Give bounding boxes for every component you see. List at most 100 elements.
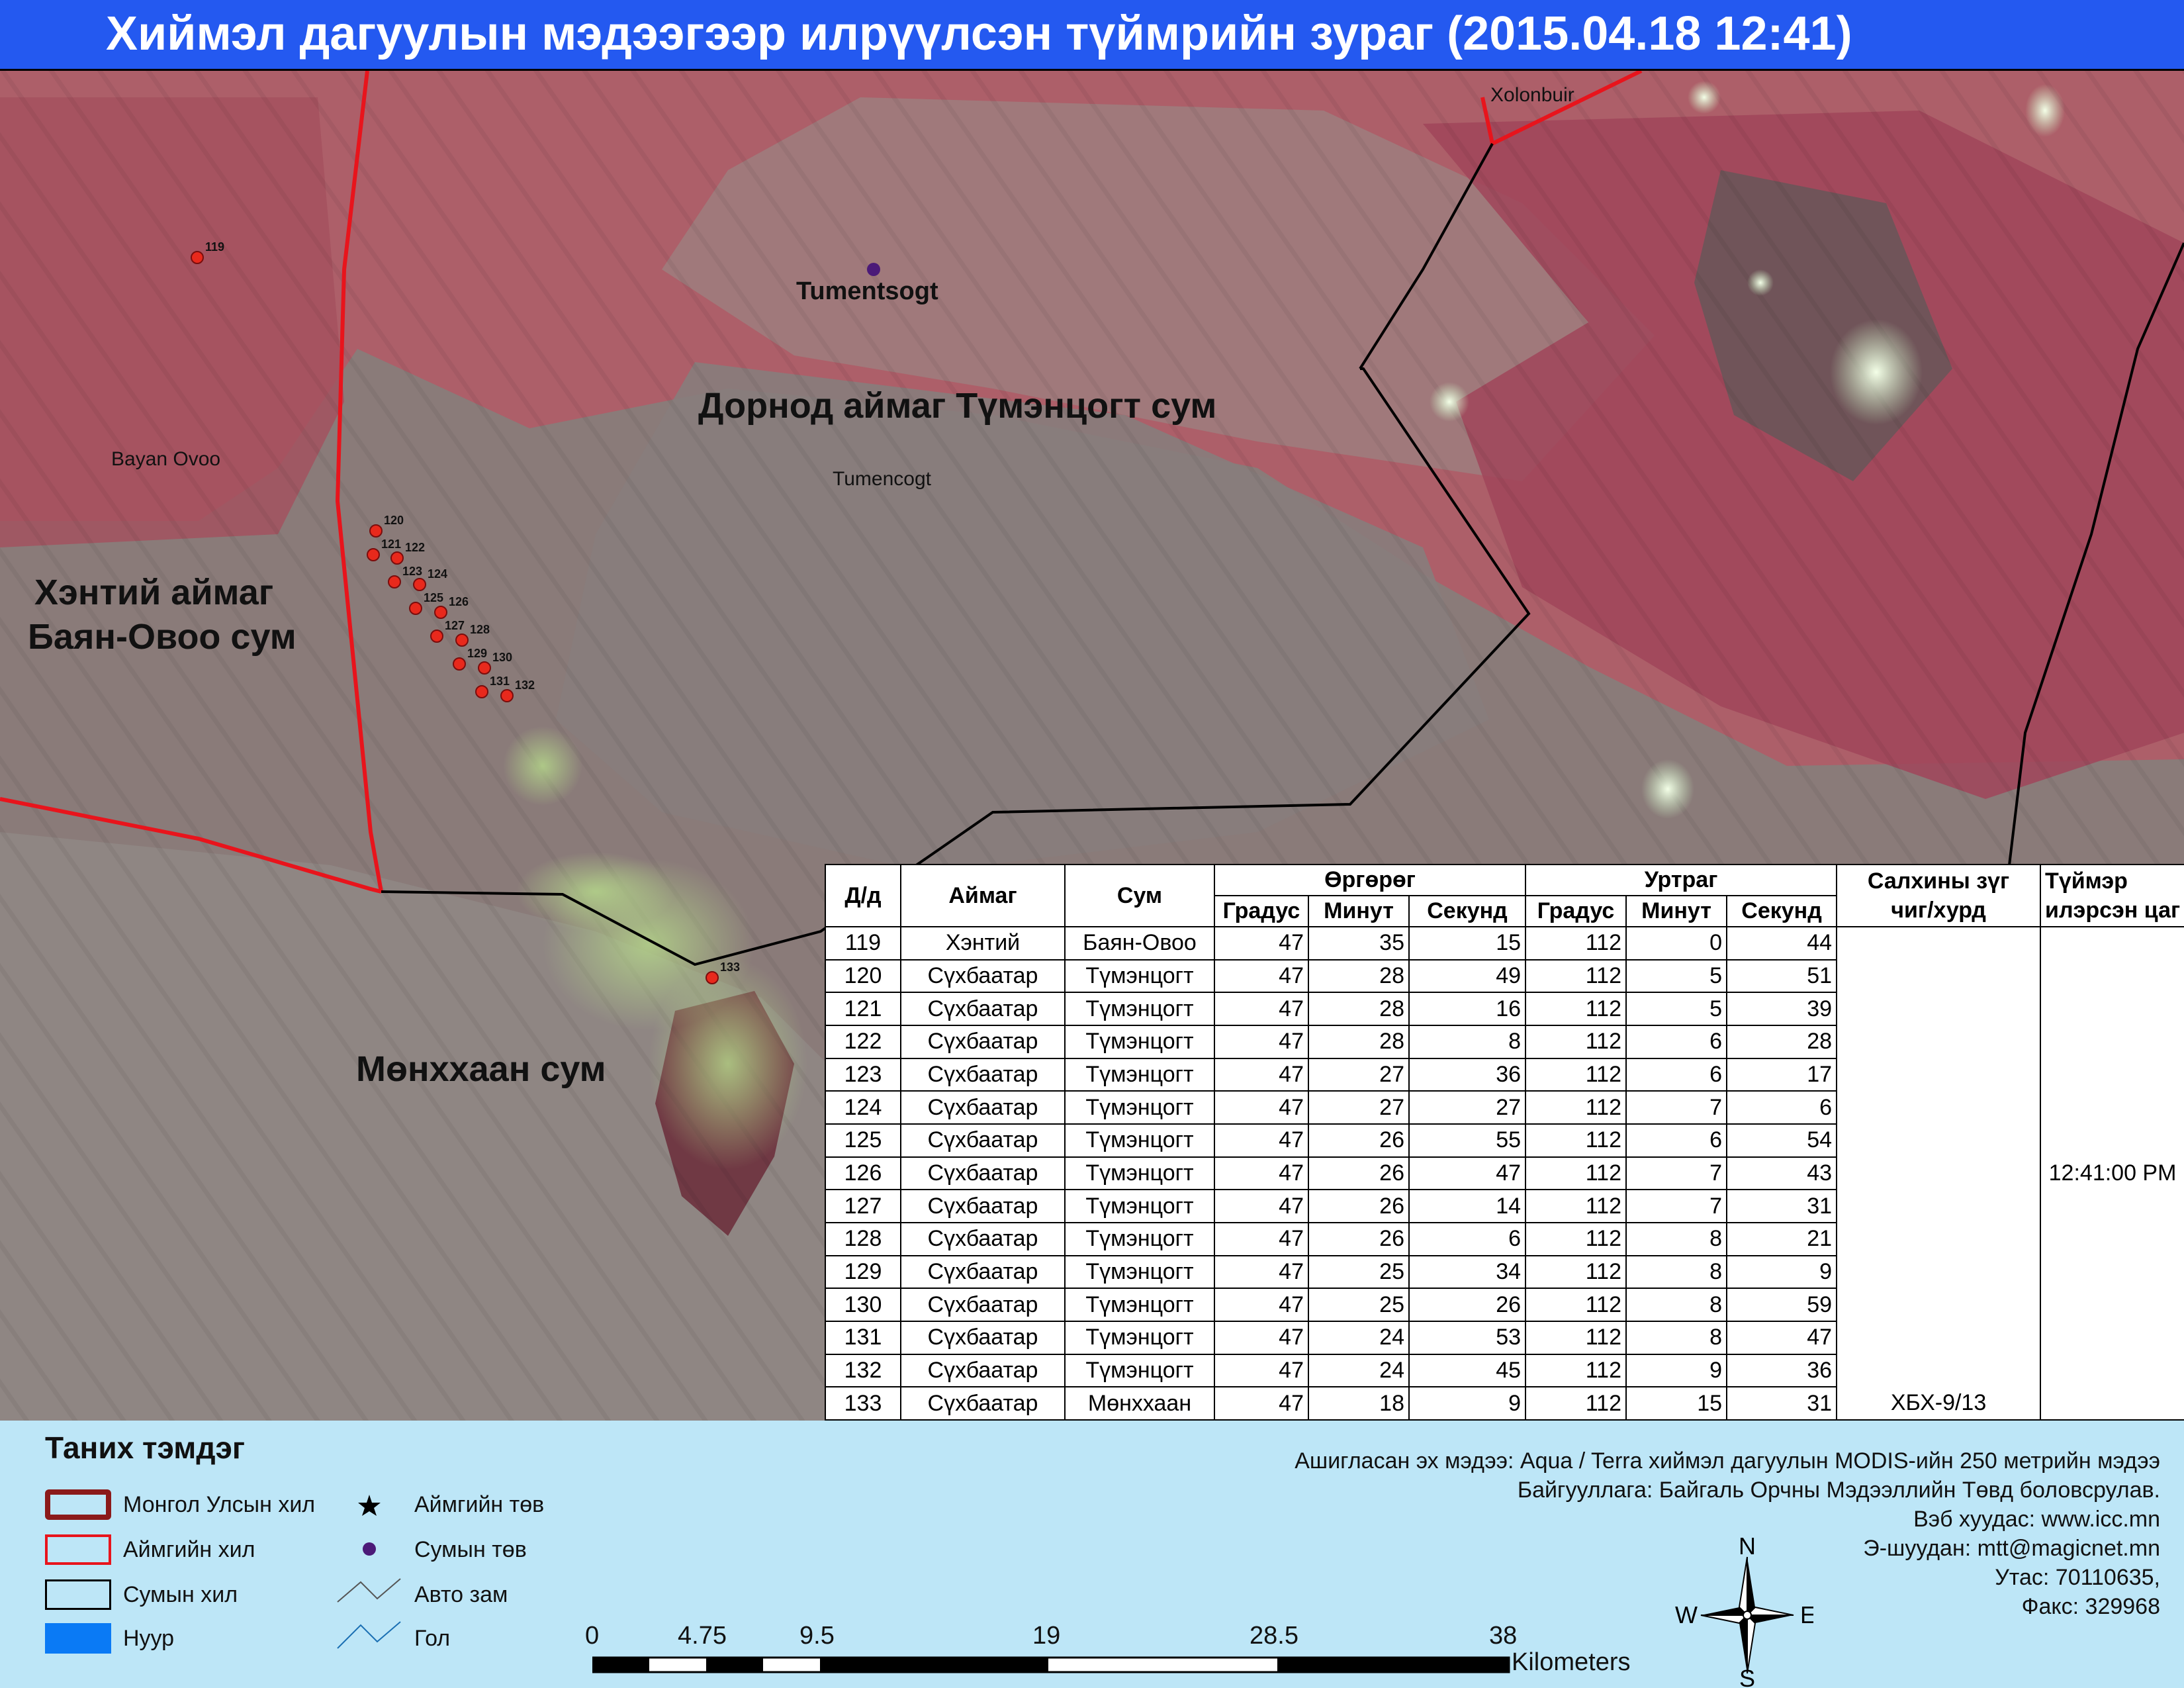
cell-lon-min: 8 [1625, 1254, 1728, 1289]
cell-aimag: Сүхбаатар [900, 1123, 1066, 1158]
bright-spot [1688, 81, 1721, 114]
fire-point-label: 127 [445, 619, 465, 632]
cell-wind-empty [1836, 1123, 2042, 1157]
fire-point-128 [455, 633, 469, 647]
cell-id: 129 [825, 1254, 901, 1289]
label-khentii-aimag: Хэнтий аймаг [34, 573, 274, 612]
bright-spot [1830, 319, 1923, 425]
cell-sum: Түмэнцогт [1064, 992, 1215, 1026]
cell-lat-deg: 47 [1214, 1189, 1309, 1223]
cell-wind-empty [1836, 927, 2042, 960]
cell-aimag: Сүхбаатар [900, 992, 1066, 1026]
cell-lon-min: 8 [1625, 1320, 1728, 1355]
cell-lon-min: 6 [1625, 1057, 1728, 1092]
compass-s: S [1739, 1665, 1755, 1688]
cell-lon-min: 7 [1625, 1156, 1728, 1191]
cell-lon-deg: 112 [1525, 959, 1627, 994]
table-row: 124 Сүхбаатар Түмэнцогт 47 27 27 112 7 6 [825, 1090, 2184, 1125]
header-longitude: Уртраг [1525, 864, 1838, 896]
cell-aimag: Сүхбаатар [900, 1057, 1066, 1092]
compass-rose: N S E W [1675, 1536, 1813, 1688]
fire-point-label: 129 [467, 647, 487, 660]
cell-lon-deg: 112 [1525, 1288, 1627, 1322]
cell-lon-min: 8 [1625, 1288, 1728, 1322]
table-row: 122 Сүхбаатар Түмэнцогт 47 28 8 112 6 28 [825, 1024, 2184, 1059]
info-fax: Факс: 329968 [2021, 1594, 2160, 1619]
compass-w: W [1675, 1601, 1698, 1628]
fire-point-label: 122 [405, 541, 425, 554]
cell-aimag: Сүхбаатар [900, 1320, 1066, 1355]
cell-lat-deg: 47 [1214, 1254, 1309, 1289]
cell-lat-sec: 49 [1408, 959, 1527, 994]
header-wind-line1: Салхины зүг [1867, 868, 2010, 894]
fire-point-129 [453, 657, 466, 671]
cell-lon-min: 8 [1625, 1221, 1728, 1256]
cell-wind-empty [1836, 1321, 2042, 1354]
map-title: Хиймэл дагуулын мэдээгээр илрүүлсэн түйм… [106, 7, 1852, 60]
cell-lat-sec: 15 [1408, 926, 1527, 961]
cell-lat-min: 26 [1308, 1123, 1410, 1158]
scale-label-9-5: 9.5 [799, 1622, 835, 1650]
cell-time-empty [2040, 1387, 2184, 1421]
river-icon [337, 1621, 401, 1649]
cell-time-empty [2040, 1222, 2184, 1256]
header-wind-line2: чиг/хурд [1891, 898, 1986, 923]
cell-sum: Түмэнцогт [1064, 1057, 1215, 1092]
cell-time-empty [2040, 1025, 2184, 1058]
cell-lon-deg: 112 [1525, 1156, 1627, 1191]
cell-lon-sec: 39 [1726, 992, 1838, 1026]
cell-lon-deg: 112 [1525, 1057, 1627, 1092]
cell-lon-deg: 112 [1525, 1221, 1627, 1256]
scale-label-4-75: 4.75 [678, 1622, 727, 1650]
cell-lon-min: 6 [1625, 1024, 1728, 1059]
fire-point-label: 130 [492, 651, 512, 664]
info-source: Ашигласан эх мэдээ: Aqua / Terra хиймэл … [1295, 1448, 2160, 1474]
cell-time-empty [2040, 1354, 2184, 1387]
cell-sum: Түмэнцогт [1064, 1320, 1215, 1355]
fire-point-131 [475, 685, 488, 698]
fire-table-body: 119 Хэнтий Баян-Овоо 47 35 15 112 0 44 120 Сүхбаат… [825, 926, 2184, 1421]
fire-point-label: 132 [515, 679, 535, 692]
fire-point-121 [367, 548, 380, 561]
cell-lat-sec: 55 [1408, 1123, 1527, 1158]
table-row: 132 Сүхбаатар Түмэнцогт 47 24 45 112 9 36 [825, 1353, 2184, 1388]
cell-lon-sec: 43 [1726, 1156, 1838, 1191]
cell-lat-deg: 47 [1214, 1024, 1309, 1059]
table-row: 127 Сүхбаатар Түмэнцогт 47 26 14 112 7 31 [825, 1189, 2184, 1223]
table-row: 129 Сүхбаатар Түмэнцогт 47 25 34 112 8 9 [825, 1254, 2184, 1289]
label-bayan-ovoo-sum: Баян-Овоо сум [28, 617, 296, 657]
road-icon [337, 1578, 401, 1603]
cell-lon-deg: 112 [1525, 1090, 1627, 1125]
compass-n: N [1739, 1536, 1756, 1560]
fire-point-119 [191, 251, 204, 264]
cell-lon-sec: 9 [1726, 1254, 1838, 1289]
legend-aimag-border: Аймгийн хил [123, 1537, 255, 1562]
cell-sum: Мөнххаан [1064, 1386, 1215, 1421]
cell-id: 131 [825, 1320, 901, 1355]
cell-lat-sec: 53 [1408, 1320, 1527, 1355]
cell-lat-sec: 34 [1408, 1254, 1527, 1289]
cell-lat-sec: 45 [1408, 1353, 1527, 1388]
header-time-line1: Түймэр [2045, 868, 2128, 894]
cell-lon-deg: 112 [1525, 1189, 1627, 1223]
cell-sum: Түмэнцогт [1064, 1288, 1215, 1322]
header-lon-deg: Градус [1525, 895, 1627, 927]
cell-sum: Түмэнцогт [1064, 1189, 1215, 1223]
cell-sum: Түмэнцогт [1064, 959, 1215, 994]
cell-lon-deg: 112 [1525, 926, 1627, 961]
fire-point-label: 123 [402, 565, 422, 578]
legend-symbols [337, 1495, 401, 1649]
cell-lat-deg: 47 [1214, 1221, 1309, 1256]
header-wind: Салхины зүг чиг/хурд [1836, 864, 2042, 927]
title-bar: Хиймэл дагуулын мэдээгээр илрүүлсэн түйм… [0, 0, 2184, 69]
fire-point-123 [388, 575, 401, 588]
aimag-border-swatch [45, 1534, 111, 1565]
cell-lat-min: 27 [1308, 1090, 1410, 1125]
cell-lon-deg: 112 [1525, 992, 1627, 1026]
cell-lat-sec: 16 [1408, 992, 1527, 1026]
cell-lat-min: 25 [1308, 1254, 1410, 1289]
header-sum: Сум [1064, 864, 1215, 927]
fire-point-label: 126 [449, 595, 469, 608]
table-row: 119 Хэнтий Баян-Овоо 47 35 15 112 0 44 [825, 926, 2184, 961]
cell-lon-min: 7 [1625, 1189, 1728, 1223]
